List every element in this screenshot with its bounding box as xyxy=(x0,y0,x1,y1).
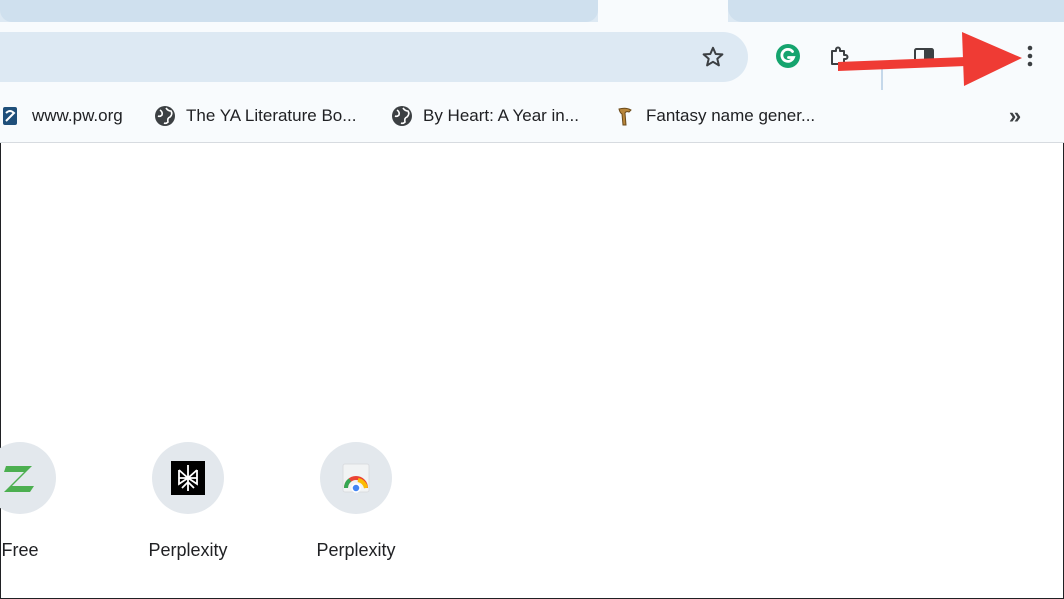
bookmarks-bar: www.pw.org The YA Literature Bo... By He… xyxy=(0,90,1064,143)
tab-right[interactable] xyxy=(728,0,1064,22)
toolbar-separator xyxy=(881,68,883,90)
shortcut-icon-circle xyxy=(0,442,56,514)
perplexity-icon xyxy=(171,461,205,495)
bookmark-star-button[interactable] xyxy=(694,38,732,76)
shortcut-tile[interactable]: Perplexity xyxy=(286,442,426,572)
globe-icon xyxy=(391,105,413,127)
shortcut-icon-circle xyxy=(320,442,392,514)
bookmark-by-heart[interactable]: By Heart: A Year in... xyxy=(391,100,579,132)
tab-active[interactable] xyxy=(598,0,728,22)
chrome-menu-button[interactable] xyxy=(1012,38,1048,74)
shortcut-label: Free xyxy=(1,540,39,560)
bookmark-fantasy-name[interactable]: Fantasy name gener... xyxy=(614,100,815,132)
side-panel-button[interactable] xyxy=(906,38,942,74)
tab-left[interactable] xyxy=(0,0,598,22)
zoho-z-icon xyxy=(4,466,34,492)
star-icon xyxy=(702,46,724,67)
shortcut-label: Perplexity xyxy=(148,540,228,560)
shortcut-tile[interactable]: Free xyxy=(0,442,90,572)
bookmarks-overflow-button[interactable]: » xyxy=(998,100,1032,132)
side-panel-icon xyxy=(914,48,934,64)
shortcut-icon-circle xyxy=(152,442,224,514)
grammarly-icon xyxy=(776,44,800,68)
bookmark-label: The YA Literature Bo... xyxy=(186,106,357,125)
bookmark-pw-org[interactable]: www.pw.org xyxy=(0,100,123,132)
shortcut-label: Perplexity xyxy=(316,540,396,560)
pw-org-favicon xyxy=(0,105,22,127)
bookmark-label: By Heart: A Year in... xyxy=(423,106,579,125)
fantasy-favicon xyxy=(614,105,636,127)
extensions-button[interactable] xyxy=(822,38,858,74)
shortcut-tile[interactable]: Perplexity xyxy=(118,442,258,572)
tab-strip xyxy=(0,0,1064,22)
bookmark-label: www.pw.org xyxy=(32,106,123,125)
browser-toolbar xyxy=(0,22,1064,90)
address-bar[interactable] xyxy=(0,32,748,82)
kebab-menu-icon xyxy=(1027,45,1033,67)
chrome-default-icon xyxy=(342,463,370,493)
bookmark-label: Fantasy name gener... xyxy=(646,106,816,125)
bookmark-ya-literature[interactable]: The YA Literature Bo... xyxy=(154,100,356,132)
puzzle-icon xyxy=(831,46,849,65)
grammarly-extension-button[interactable] xyxy=(770,38,806,74)
globe-icon xyxy=(154,105,176,127)
